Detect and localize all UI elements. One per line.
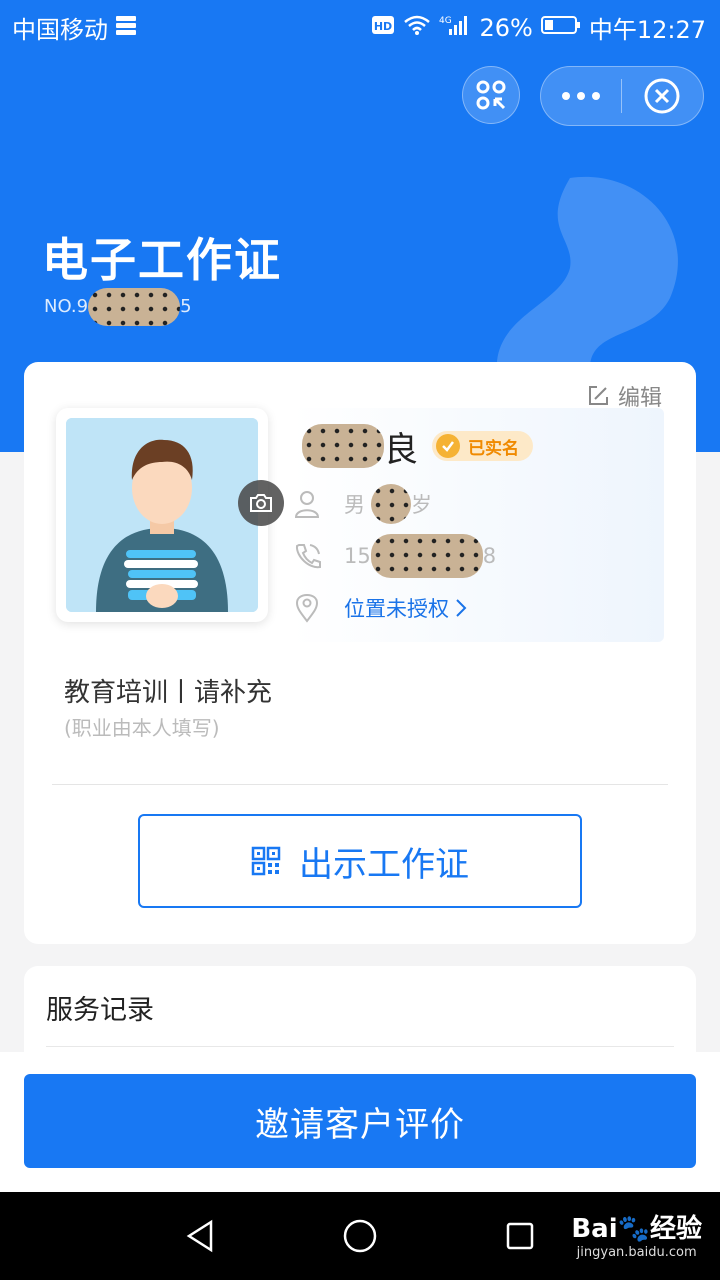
profile-info: 良 已实名 男 岁 15 8 位置未授权 (292, 408, 664, 642)
network-type: 4G (439, 16, 452, 26)
system-nav-bar: Bai🐾经验 jingyan.baidu.com (0, 1192, 720, 1280)
person-avatar-icon (66, 418, 258, 612)
phone-prefix: 15 (344, 544, 371, 568)
scan-button[interactable] (462, 66, 520, 124)
battery-percent: 26% (479, 13, 533, 42)
more-button[interactable] (541, 67, 621, 125)
avatar[interactable] (66, 418, 258, 612)
close-circle-icon (644, 78, 680, 114)
back-triangle-icon (186, 1219, 213, 1253)
chevron-right-icon (456, 599, 467, 617)
qr-code-icon (251, 846, 281, 876)
job-hint: (职业由本人填写) (64, 716, 220, 740)
svg-text:HD: HD (374, 20, 392, 33)
watermark-brand-cn: 经验 (649, 1214, 702, 1244)
age-unit: 岁 (411, 493, 432, 517)
job-text[interactable]: 教育培训丨请补充 (64, 672, 272, 709)
page-title: 电子工作证 (42, 233, 282, 287)
edit-icon (588, 386, 608, 405)
check-icon (436, 434, 460, 458)
more-dot-icon (591, 92, 600, 100)
phone-row: 15 8 (292, 534, 497, 578)
more-dot-icon (561, 92, 570, 100)
recents-square-icon (506, 1222, 534, 1250)
close-button[interactable] (622, 67, 704, 125)
divider (46, 1046, 674, 1047)
user-name: 良 (384, 429, 418, 470)
redacted-mask (88, 288, 181, 326)
divider (52, 784, 668, 785)
person-icon (292, 489, 322, 519)
redacted-mask (302, 424, 384, 468)
gender-age-row: 男 岁 (292, 484, 432, 524)
service-records-title: 服务记录 (46, 995, 154, 1026)
card-number-suffix: 5 (180, 296, 192, 317)
gender: 男 (344, 493, 365, 517)
battery-icon (540, 14, 581, 42)
clock: 中午12:27 (588, 16, 706, 44)
location-row[interactable]: 位置未授权 (292, 588, 469, 628)
camera-icon (250, 494, 272, 512)
location-pin-icon (292, 593, 322, 623)
back-nav-button[interactable] (178, 1214, 222, 1258)
phone-suffix: 8 (482, 544, 497, 568)
wifi-icon (403, 14, 431, 42)
bottom-action-bar: 邀请客户评价 (0, 1052, 720, 1192)
card-number: NO.9 5 (44, 288, 192, 326)
verified-badge: 已实名 (432, 431, 533, 461)
paw-icon: 🐾 (617, 1214, 650, 1244)
scan-icon (476, 80, 506, 110)
avatar-frame (56, 408, 284, 622)
location-auth-link[interactable]: 位置未授权 (344, 593, 449, 623)
verified-label: 已实名 (468, 438, 519, 459)
show-work-card-button[interactable]: 出示工作证 (138, 814, 582, 908)
more-dot-icon (576, 92, 585, 100)
recents-nav-button[interactable] (498, 1214, 542, 1258)
phone-icon (292, 541, 322, 571)
status-bar: 中国移动 HD 4G 26% 中午12:27 (0, 0, 720, 48)
show-work-card-label: 出示工作证 (299, 844, 469, 885)
watermark-brand: Bai (571, 1214, 618, 1244)
hd-icon: HD (371, 14, 395, 42)
home-nav-button[interactable] (338, 1214, 382, 1258)
redacted-mask (371, 484, 411, 524)
work-card: 编辑 良 已实名 男 岁 15 8 位置未授权 教育培训丨请补充 (职业由本人填… (24, 362, 696, 944)
card-number-prefix: NO.9 (44, 296, 89, 317)
sim-icon (114, 14, 138, 42)
signal-icon: 4G (439, 14, 471, 42)
carrier-label: 中国移动 (12, 16, 108, 44)
miniprogram-capsule (540, 66, 704, 126)
redacted-mask (370, 534, 483, 578)
baidu-jingyan-watermark: Bai🐾经验 jingyan.baidu.com (571, 1208, 702, 1260)
watermark-url: jingyan.baidu.com (576, 1245, 697, 1260)
change-photo-button[interactable] (238, 480, 284, 526)
name-row: 良 已实名 (292, 420, 533, 472)
invite-review-button[interactable]: 邀请客户评价 (24, 1074, 696, 1168)
home-circle-icon (343, 1219, 377, 1253)
